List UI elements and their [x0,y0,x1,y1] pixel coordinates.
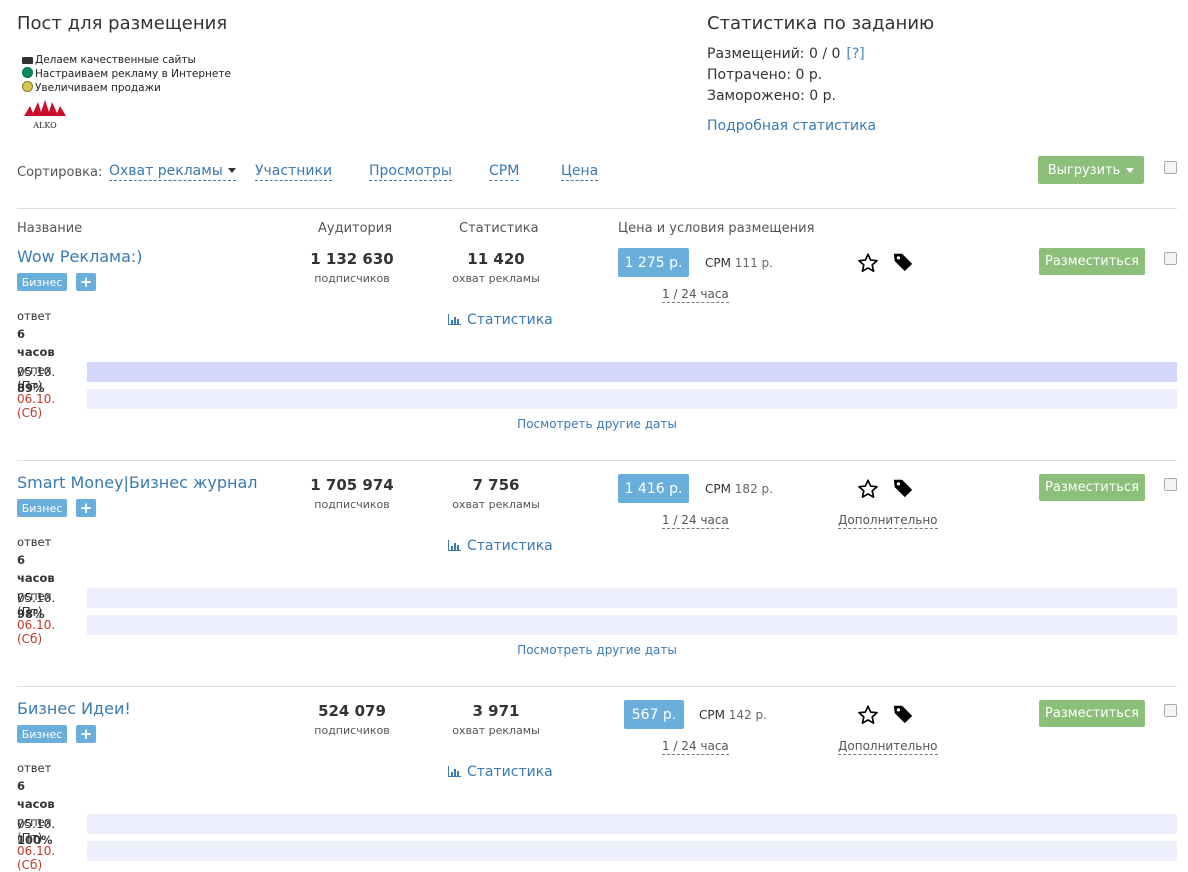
help-link[interactable]: [?] [846,46,864,62]
post-logo: ALKO [22,98,68,133]
placement-terms[interactable]: 1 / 24 часа [662,287,729,303]
globe-icon [22,67,33,78]
laptop-icon [22,57,33,64]
date-label: 05.10. (Пт) [17,817,56,845]
star-icon[interactable] [857,478,879,500]
coin-icon [22,81,33,92]
star-icon[interactable] [857,252,879,274]
bar-chart-icon [448,314,461,325]
place-button[interactable]: Разместиться [1039,700,1145,727]
divider [17,686,1177,687]
date-label: 06.10. (Сб) [17,392,56,420]
audience-label: подписчиков [314,272,390,285]
tag-icon[interactable] [892,703,914,725]
sort-price[interactable]: Цена [561,163,599,181]
date-label: 06.10. (Сб) [17,618,56,646]
cpm-value: CPM 182 р. [705,482,773,496]
price-badge[interactable]: 567 р. [624,700,684,729]
reach-count: 3 971 [472,702,520,720]
bar-chart-icon [448,540,461,551]
export-button[interactable]: Выгрузить [1038,156,1144,184]
channel-name[interactable]: Бизнес Идеи! [17,699,131,718]
star-icon[interactable] [857,704,879,726]
sort-members[interactable]: Участники [255,163,333,181]
channel-name[interactable]: Smart Money|Бизнес журнал [17,473,258,492]
price-badge[interactable]: 1 275 р. [618,248,689,277]
date-slot[interactable] [87,588,1177,608]
additional-link[interactable]: Дополнительно [838,739,938,755]
caret-down-icon [227,168,236,173]
placement-terms[interactable]: 1 / 24 часа [662,513,729,529]
category-tag[interactable]: Бизнес [17,273,67,291]
sort-label: Сортировка: [17,165,103,180]
sort-reach[interactable]: Охват рекламы [109,163,236,181]
tag-icon[interactable] [892,477,914,499]
place-button[interactable]: Разместиться [1039,474,1145,501]
col-audience: Аудитория [318,221,393,236]
date-label: 05.10. (Пт) [17,365,56,393]
post-line: Увеличиваем продажи [22,81,231,95]
channel-stats-link[interactable]: Статистика [448,538,553,554]
audience-count: 1 132 630 [310,250,394,268]
placements-line: Размещений: 0 / 0 [?] [707,46,865,62]
divider [17,208,1177,209]
detailed-stats-link[interactable]: Подробная статистика [707,118,876,134]
caret-down-icon [1126,167,1135,173]
post-line: Делаем качественные сайты [22,53,231,67]
category-tag[interactable]: Бизнес [17,725,67,743]
audience-count: 524 079 [318,702,386,720]
cpm-value: CPM 111 р. [705,256,773,270]
add-button[interactable]: + [76,273,96,291]
add-button[interactable]: + [76,499,96,517]
channel-name[interactable]: Wow Реклама:) [17,247,143,266]
row-checkbox[interactable] [1164,478,1177,491]
more-dates-link[interactable]: Посмотреть другие даты [0,643,1188,657]
sort-cpm[interactable]: CPM [489,163,520,181]
audience-count: 1 705 974 [310,476,394,494]
audience-label: подписчиков [314,724,390,737]
cpm-value: CPM 142 р. [699,708,767,722]
tag-icon[interactable] [892,251,914,273]
audience-label: подписчиков [314,498,390,511]
date-slot[interactable] [87,615,1177,635]
divider [17,460,1177,461]
logo-text: ALKO [32,121,57,130]
frozen-line: Заморожено: 0 р. [707,88,836,104]
date-label: 05.10. (Пт) [17,591,56,619]
task-stats: Размещений: 0 / 0 [?] Потрачено: 0 р. Зам… [707,44,865,107]
col-stats: Статистика [459,221,539,236]
placement-terms[interactable]: 1 / 24 часа [662,739,729,755]
category-tag[interactable]: Бизнес [17,499,67,517]
reach-count: 11 420 [467,250,525,268]
reach-count: 7 756 [472,476,520,494]
task-stats-title: Статистика по заданию [707,13,935,34]
date-slot[interactable] [87,841,1177,861]
reach-label: охват рекламы [452,272,540,285]
row-checkbox[interactable] [1164,704,1177,717]
post-line: Настраиваем рекламу в Интернете [22,67,231,81]
more-dates-link[interactable]: Посмотреть другие даты [0,417,1188,431]
add-button[interactable]: + [76,725,96,743]
row-checkbox[interactable] [1164,252,1177,265]
place-button[interactable]: Разместиться [1039,248,1145,275]
reach-label: охват рекламы [452,498,540,511]
spent-line: Потрачено: 0 р. [707,67,823,83]
date-slot[interactable] [87,814,1177,834]
bar-chart-icon [448,766,461,777]
channel-stats-link[interactable]: Статистика [448,764,553,780]
col-name: Название [17,221,83,236]
col-price: Цена и условия размещения [618,221,815,236]
post-preview: Делаем качественные сайты Настраиваем ре… [22,53,231,95]
price-badge[interactable]: 1 416 р. [618,474,689,503]
channel-stats-link[interactable]: Статистика [448,312,553,328]
sort-views[interactable]: Просмотры [369,163,452,181]
date-slot[interactable] [87,362,1177,382]
post-title: Пост для размещения [17,13,228,34]
reach-label: охват рекламы [452,724,540,737]
select-all-checkbox[interactable] [1164,161,1177,174]
additional-link[interactable]: Дополнительно [838,513,938,529]
date-slot[interactable] [87,389,1177,409]
